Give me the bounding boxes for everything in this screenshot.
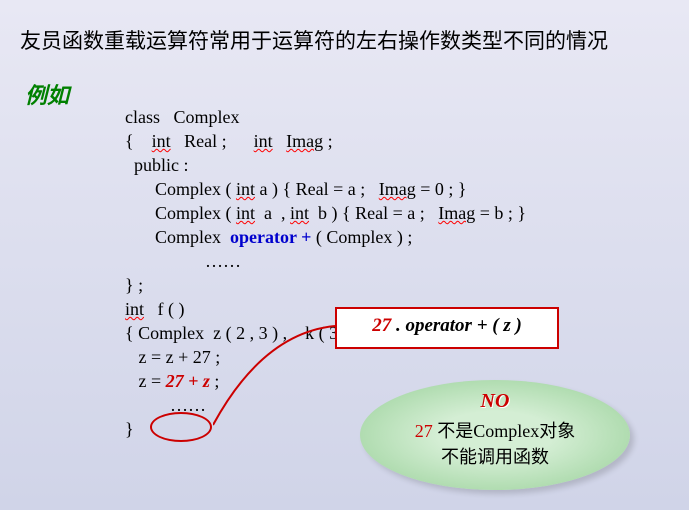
callout-number: 27 [372,315,391,336]
note-ellipse: NO 27 不是Complex对象 不能调用函数 [360,380,630,490]
keyword-int: int [254,131,273,151]
keyword-int: int [125,299,144,319]
example-label: 例如 [25,78,69,110]
code-line-8: } ; [125,273,526,297]
code-line-2: { int Real ; int Imag ; [125,129,526,153]
keyword-int: int [152,131,171,151]
code-line-7: …… [205,249,526,273]
code-line-3: public : [125,153,526,177]
keyword-int: int [290,203,309,223]
callout-box: 27 . operator + ( z ) [335,307,559,349]
code-line-6: Complex operator + ( Complex ) ; [155,225,526,249]
keyword-operator: operator + [230,227,311,247]
ident-imag: Imag [286,131,323,151]
note-line-2: 27 不是Complex对象 [360,417,630,443]
ident-imag: Imag [379,179,416,199]
callout-text: . operator + ( z ) [391,315,522,336]
ident-imag: Imag [438,203,475,223]
highlight-expr: 27 + z [166,371,210,391]
code-line-1: class Complex [125,105,526,129]
keyword-int: int [236,179,255,199]
page-title: 友员函数重载运算符常用于运算符的左右操作数类型不同的情况 [0,0,689,65]
no-label: NO [360,390,630,413]
code-line-4: Complex ( int a ) { Real = a ; Imag = 0 … [155,177,526,201]
note-line-3: 不能调用函数 [360,443,630,469]
keyword-int: int [236,203,255,223]
code-line-5: Complex ( int a , int b ) { Real = a ; I… [155,201,526,225]
